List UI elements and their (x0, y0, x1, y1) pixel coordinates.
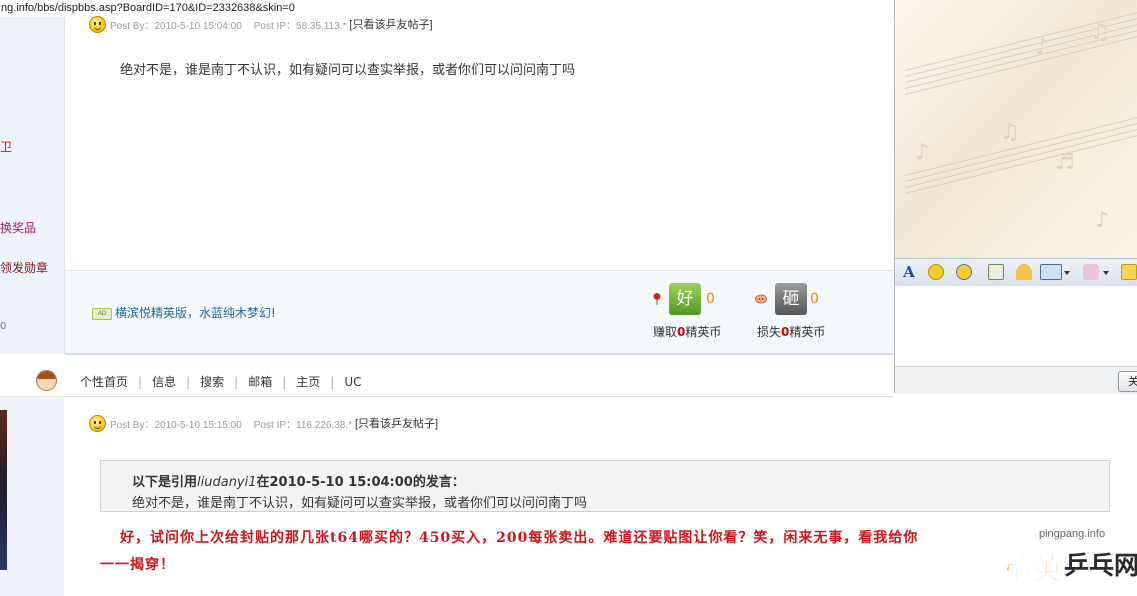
chat-input[interactable] (895, 286, 1137, 366)
reply-line-1: 好，试问你上次给封贴的那几张t64哪买的？450买入，200每张卖出。难道还要贴… (120, 530, 919, 546)
nav-link-search[interactable]: 搜索 (200, 373, 224, 390)
post-ip: Post IP：58.35.113.* (253, 20, 347, 32)
nav-separator: | (282, 374, 287, 389)
watermark-brand-pingpang: 乒乓网 (1064, 551, 1137, 580)
quote-author: liudanyi1 (197, 475, 257, 490)
user-nav-bar: 个性首页 | 信息 | 搜索 | 邮箱 | 主页 | UC (0, 364, 893, 397)
reply-line-2: 一一揭穿！ (100, 557, 175, 573)
sidebar-item-award-medal[interactable]: 领发勋章 (0, 259, 48, 276)
avatar[interactable] (36, 370, 57, 391)
send-button[interactable]: 关 (1118, 371, 1137, 392)
smiley-icon (89, 414, 106, 432)
smiley-icon[interactable] (928, 264, 944, 280)
left-sidebar: 卫 换奖品 领发勋章 0 (0, 17, 65, 354)
chevron-down-icon[interactable] (1064, 271, 1070, 275)
post-by: Post By：2010-5-10 15:04:00 (110, 20, 242, 32)
ad-badge: AD (92, 308, 112, 320)
post-2-content: 好，试问你上次给封贴的那几张t64哪买的？450买入，200每张卖出。难道还要贴… (100, 525, 1050, 579)
nav-separator: | (234, 374, 239, 389)
left-sidebar-lower (0, 397, 64, 596)
sidebar-item-1[interactable]: 卫 (0, 138, 12, 155)
chat-window: ♫ ♪ ♫ ♪ ♬ ♪ A 关 (894, 0, 1137, 394)
post-2-meta: Post By：2010-5-10 15:15:00 Post IP：116.2… (89, 413, 438, 433)
message-icon[interactable] (1121, 264, 1137, 280)
signature-text[interactable]: 横滨悦精英版，水蓝纯木梦幻! (115, 304, 276, 321)
nav-separator: | (186, 374, 191, 389)
good-coin-icon[interactable]: 好 (669, 283, 701, 315)
nav-link-mailbox[interactable]: 邮箱 (248, 373, 272, 390)
nav-link-uc[interactable]: UC (344, 375, 361, 389)
user-avatar-photo[interactable] (0, 410, 7, 570)
chevron-down-icon[interactable] (1103, 271, 1109, 275)
chat-history-area: ♫ ♪ ♫ ♪ ♬ ♪ (895, 0, 1137, 258)
quote-box: 以下是引用liudanyi1在2010-5-10 15:04:00的发言： 绝对… (100, 460, 1110, 512)
earn-coin-caption: 赚取0精英币 (653, 325, 722, 339)
nav-link-messages[interactable]: 信息 (152, 373, 176, 390)
face-icon[interactable] (1083, 264, 1099, 280)
image-icon[interactable] (988, 264, 1004, 280)
site-watermark: pingpang.info 精英 乒乓网 (994, 522, 1137, 596)
rose-icon (653, 293, 661, 305)
nav-link-profile-home[interactable]: 个性首页 (80, 373, 128, 390)
nav-link-homepage[interactable]: 主页 (296, 373, 320, 390)
user-nav-links: 个性首页 | 信息 | 搜索 | 邮箱 | 主页 | UC (80, 373, 361, 390)
screen-capture-icon[interactable] (1040, 264, 1062, 280)
only-view-author-link[interactable]: [只看该乒友帖子] (355, 415, 438, 431)
post-by: Post By：2010-5-10 15:15:00 (110, 419, 242, 431)
font-icon[interactable]: A (901, 264, 917, 280)
post-1-footer: AD 横滨悦精英版，水蓝纯木梦幻! 好 0 赚取0精英币 砸 0 损失0精英币 (65, 270, 893, 355)
wink-icon[interactable] (956, 264, 972, 280)
quote-header: 以下是引用liudanyi1在2010-5-10 15:04:00的发言： (132, 475, 465, 490)
sidebar-item-count: 0 (0, 321, 7, 332)
post-1-meta: Post By：2010-5-10 15:04:00 Post IP：58.35… (89, 14, 433, 34)
lose-coin-caption: 损失0精英币 (757, 325, 826, 339)
chat-bottom-bar: 关 (895, 366, 1137, 394)
pig-icon (755, 294, 767, 304)
screenshot-icon[interactable] (1016, 264, 1032, 280)
only-view-author-link[interactable]: [只看该乒友帖子] (349, 16, 432, 32)
quote-body: 绝对不是，谁是南丁不认识，如有疑问可以查实举报，或者你们可以问问南丁吗 (132, 496, 588, 511)
watermark-brand-jingying: 精英 (1002, 552, 1063, 588)
sidebar-item-exchange-prize[interactable]: 换奖品 (0, 219, 36, 236)
nav-separator: | (138, 374, 143, 389)
lose-coin-count: 0 (810, 291, 819, 307)
nav-separator: | (330, 374, 335, 389)
smash-coin-icon[interactable]: 砸 (775, 283, 807, 315)
post-1-content: 绝对不是，谁是南丁不认识，如有疑问可以查实举报，或者你们可以问问南丁吗 (120, 63, 576, 78)
watermark-url: pingpang.info (1039, 528, 1106, 540)
earn-coin-count: 0 (706, 291, 715, 307)
smiley-icon (89, 15, 106, 33)
post-ip: Post IP：116.226.38.* (253, 419, 352, 431)
chat-toolbar: A (895, 258, 1137, 287)
